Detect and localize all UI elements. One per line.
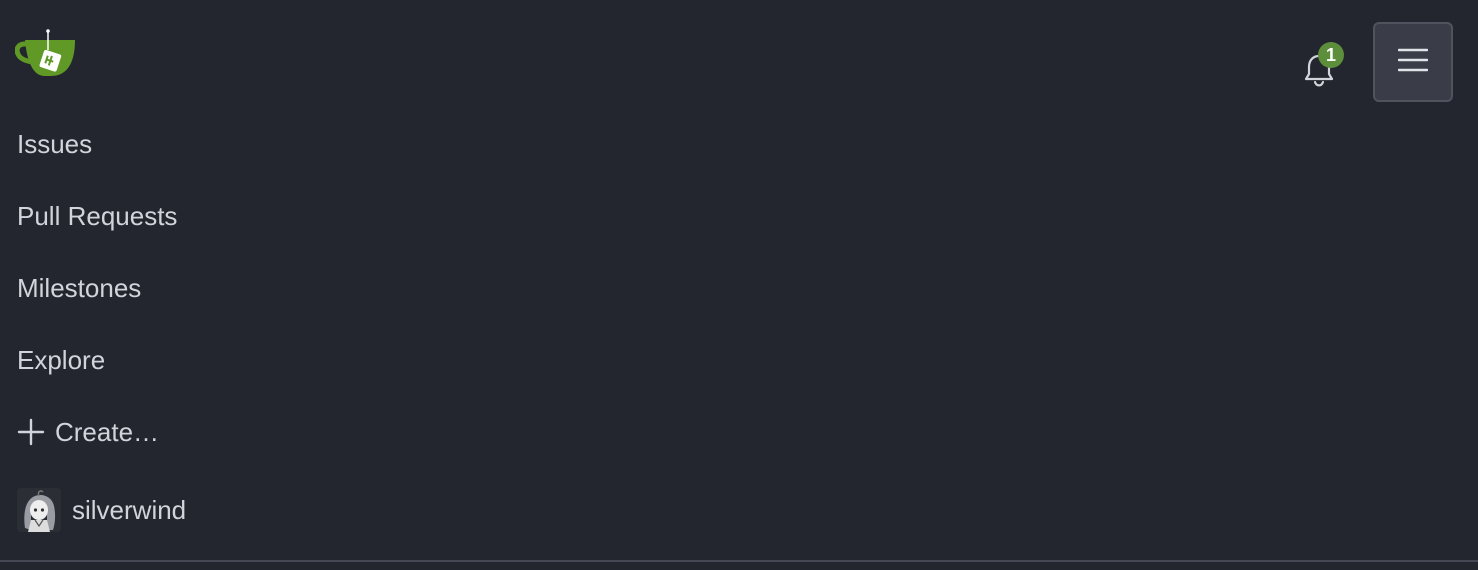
navbar: 1 Issues Pull Requests Milestones Explor…: [0, 0, 1478, 570]
navbar-divider: [0, 560, 1478, 562]
nav-item-issues[interactable]: Issues: [0, 108, 600, 180]
nav-item-label: Create…: [55, 416, 160, 447]
hamburger-menu-icon: [1397, 47, 1429, 78]
notifications-button[interactable]: 1: [1298, 40, 1352, 90]
nav-item-label: Milestones: [17, 272, 142, 303]
plus-icon: [17, 418, 45, 446]
notification-count-badge: 1: [1318, 42, 1344, 68]
gitea-logo[interactable]: [14, 28, 79, 84]
nav-item-pull-requests[interactable]: Pull Requests: [0, 180, 600, 252]
nav-item-label: Pull Requests: [17, 200, 178, 231]
user-menu[interactable]: silverwind: [0, 468, 600, 552]
nav-menu: Issues Pull Requests Milestones Explore …: [0, 108, 600, 552]
user-name: silverwind: [72, 494, 187, 525]
nav-item-label: Issues: [17, 128, 93, 159]
menu-toggle-button[interactable]: [1373, 22, 1453, 102]
user-avatar: [17, 488, 61, 532]
nav-item-milestones[interactable]: Milestones: [0, 252, 600, 324]
nav-item-label: Explore: [17, 344, 106, 375]
nav-item-explore[interactable]: Explore: [0, 324, 600, 396]
nav-item-create[interactable]: Create…: [0, 396, 600, 468]
